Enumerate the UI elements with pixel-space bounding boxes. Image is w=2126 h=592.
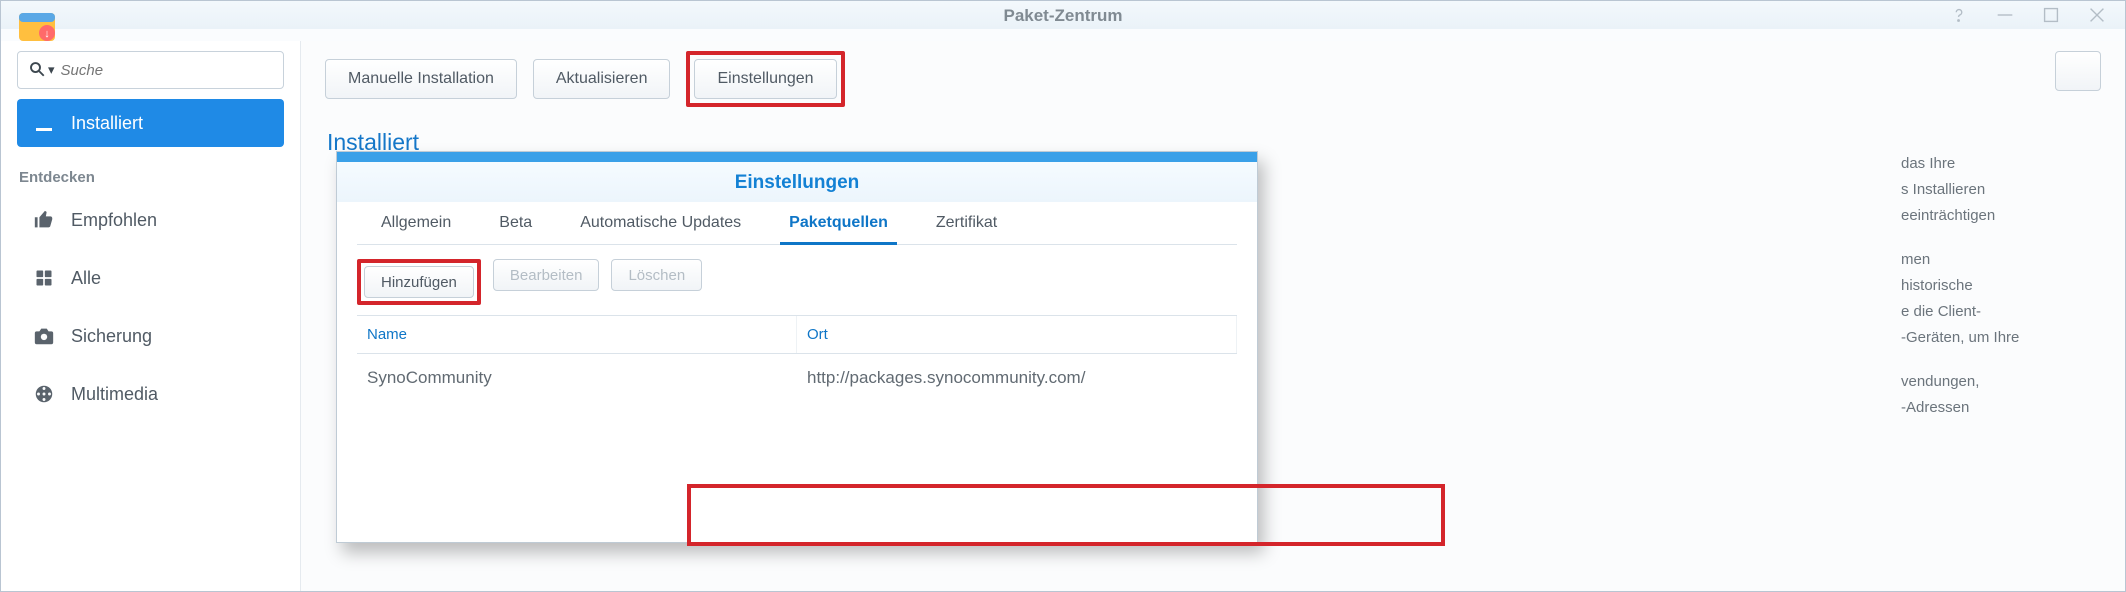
grid-icon [31,265,57,291]
sidebar: ▾ Installiert Entdecken Empfohlen [1,41,301,591]
sidebar-item-backup[interactable]: Sicherung [17,312,284,360]
manual-install-button[interactable]: Manuelle Installation [325,59,517,99]
svg-text:↓: ↓ [44,28,50,40]
sort-button[interactable] [2055,51,2101,91]
sidebar-item-multimedia[interactable]: Multimedia [17,370,284,418]
sidebar-item-label: Sicherung [71,326,152,347]
sidebar-item-label: Installiert [71,113,143,134]
tab-auto-updates[interactable]: Automatische Updates [556,202,765,244]
sidebar-item-all[interactable]: Alle [17,254,284,302]
installed-icon [31,110,57,136]
tab-certificate[interactable]: Zertifikat [912,202,1021,244]
chevron-down-icon[interactable]: ▾ [46,62,59,78]
sidebar-item-installed[interactable]: Installiert [17,99,284,147]
sidebar-item-label: Empfohlen [71,210,157,231]
edit-button[interactable]: Bearbeiten [493,259,600,291]
tab-beta[interactable]: Beta [475,202,556,244]
column-name[interactable]: Name [357,316,797,353]
refresh-button[interactable]: Aktualisieren [533,59,671,99]
table-header: Name Ort [357,316,1237,354]
thumbs-up-icon [31,207,57,233]
sidebar-item-recommended[interactable]: Empfohlen [17,196,284,244]
search-box[interactable]: ▾ [17,51,284,89]
dialog-title: Einstellungen [337,162,1257,202]
main-toolbar: Manuelle Installation Aktualisieren Eins… [325,51,2101,107]
settings-dialog: Einstellungen Allgemein Beta Automatisch… [336,151,1258,543]
add-button[interactable]: Hinzufügen [364,266,474,298]
background-package-text: das Ihres Installiereneeinträchtigenmenh… [1901,151,2101,421]
search-icon [28,60,46,81]
sidebar-item-label: Multimedia [71,384,158,405]
delete-button[interactable]: Löschen [611,259,702,291]
close-icon[interactable] [2085,3,2109,27]
title-bar: ↓ Paket-Zentrum [1,1,2125,31]
help-icon[interactable] [1947,3,1971,27]
table-row[interactable]: SynoCommunity http://packages.synocommun… [357,354,1237,402]
column-location[interactable]: Ort [797,316,1237,353]
tab-general[interactable]: Allgemein [357,202,475,244]
highlight-add: Hinzufügen [357,259,481,305]
tab-package-sources[interactable]: Paketquellen [765,202,912,244]
camera-icon [31,323,57,349]
film-reel-icon [31,381,57,407]
settings-button[interactable]: Einstellungen [694,59,836,99]
highlight-settings: Einstellungen [686,51,844,107]
dialog-toolbar: Hinzufügen Bearbeiten Löschen [337,245,1257,315]
dialog-tabs: Allgemein Beta Automatische Updates Pake… [357,202,1237,245]
discover-section-title: Entdecken [19,169,284,186]
sidebar-item-label: Alle [71,268,101,289]
package-center-window: ↓ Paket-Zentrum ▾ [0,0,2126,592]
maximize-icon[interactable] [2039,3,2063,27]
cell-location: http://packages.synocommunity.com/ [797,354,1237,402]
window-title: Paket-Zentrum [1003,6,1122,25]
dialog-accent-bar [337,152,1257,162]
minimize-icon[interactable] [1993,3,2017,27]
window-controls [1947,3,2109,27]
package-sources-table: Name Ort SynoCommunity http://packages.s… [357,315,1237,542]
search-input[interactable] [59,61,273,80]
cell-name: SynoCommunity [357,354,797,402]
